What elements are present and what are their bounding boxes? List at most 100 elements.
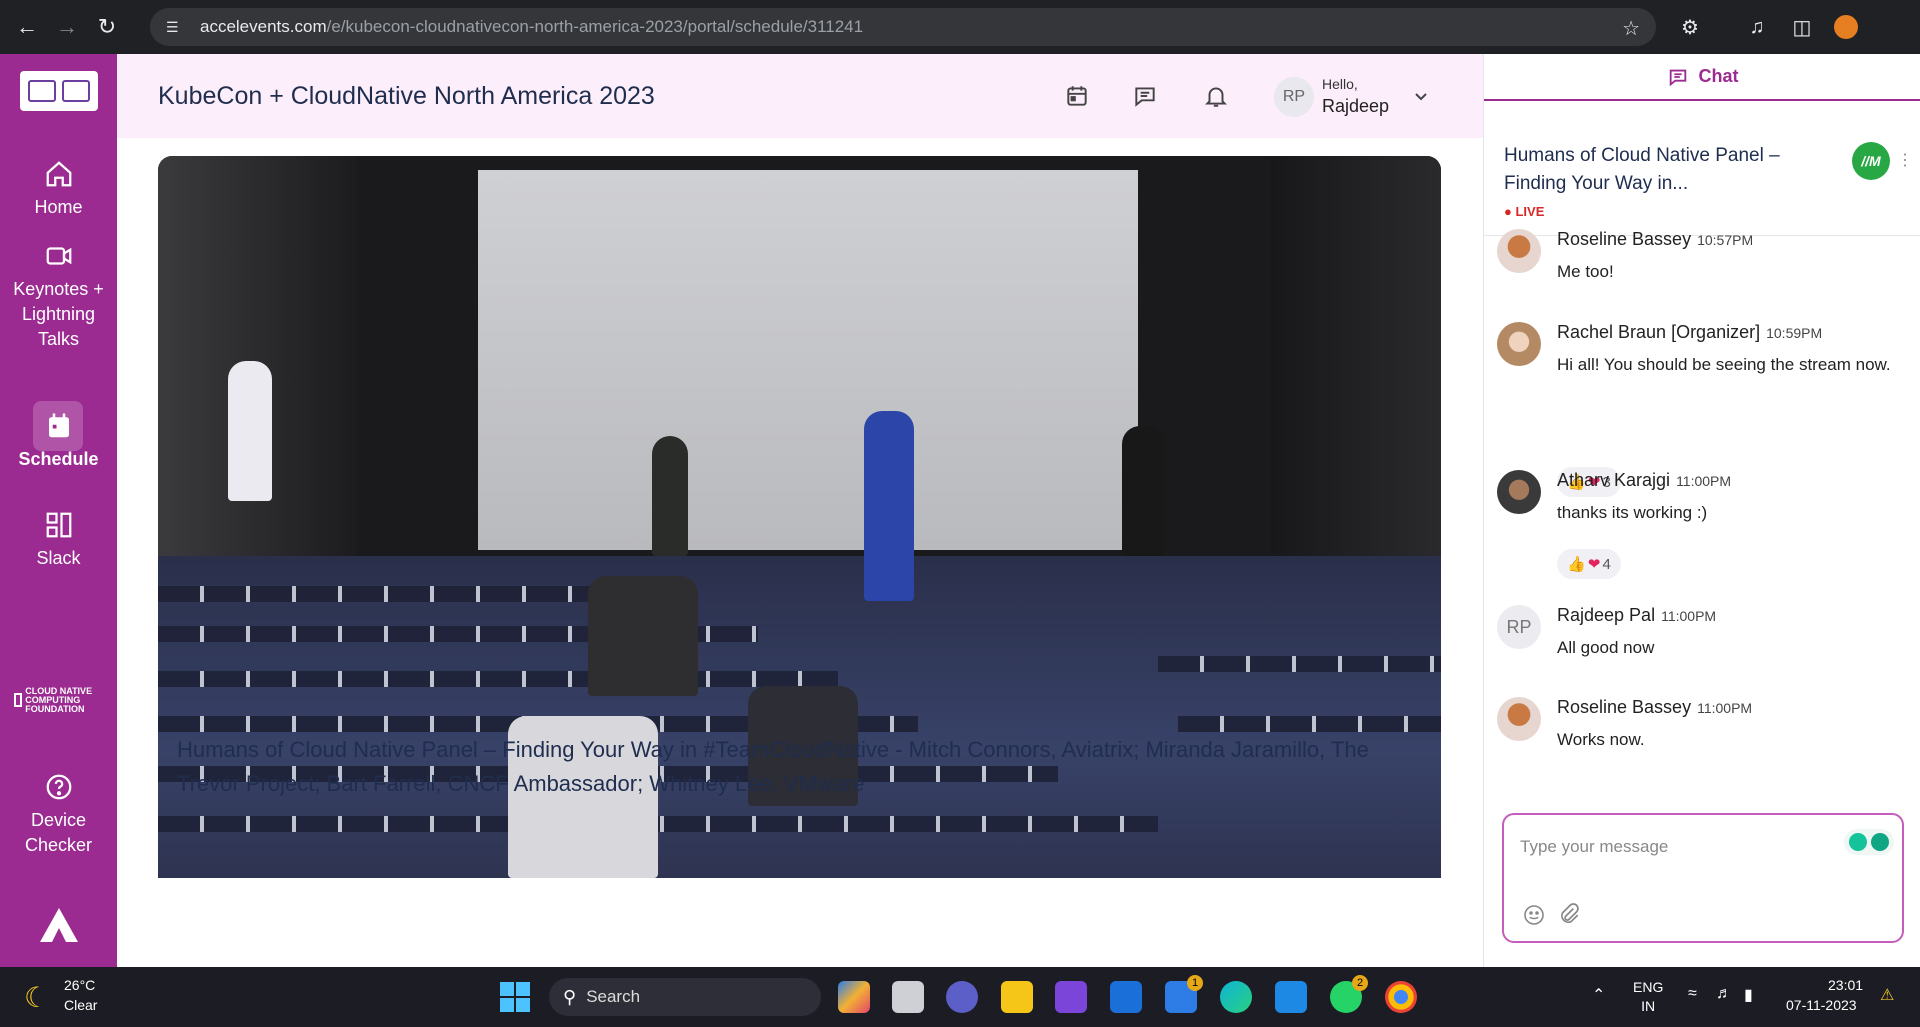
thumbs-up-icon: 👍 [1567, 556, 1586, 573]
taskbar-search[interactable]: ⚲ Search [549, 978, 821, 1016]
message-text: All good now [1557, 638, 1655, 657]
chat-bubble-icon[interactable] [1129, 80, 1161, 112]
message-time: 10:59PM [1766, 325, 1823, 341]
sidebar-item-label: Slack [36, 548, 81, 568]
message-text: Works now. [1557, 730, 1645, 749]
message-time: 10:57PM [1697, 232, 1754, 248]
reload-icon[interactable]: ↻ [87, 7, 127, 47]
video-frame-detail [158, 816, 1158, 832]
video-frame-detail [478, 170, 1138, 550]
video-frame-detail [1271, 156, 1441, 586]
chat-bubble-icon [1669, 69, 1686, 86]
message-time: 11:00PM [1676, 473, 1732, 489]
profile-avatar[interactable] [1834, 15, 1858, 39]
video-frame-detail [1122, 426, 1164, 556]
language-indicator[interactable]: ENG IN [1633, 978, 1663, 1016]
avatar [1497, 470, 1541, 514]
chrome-icon[interactable] [1385, 981, 1417, 1013]
weather-description[interactable]: Clear [64, 997, 97, 1013]
slack-icon [46, 512, 71, 538]
moon-icon[interactable]: ☾ [24, 981, 49, 1014]
sidebar-item-home[interactable]: Home [0, 159, 117, 220]
clock-date[interactable]: 07-11-2023 [1786, 997, 1857, 1013]
bookmark-star-icon[interactable]: ☆ [1622, 16, 1640, 41]
mail-icon[interactable] [1275, 981, 1307, 1013]
sidebar-item-keynotes[interactable]: Keynotes + Lightning Talks [0, 241, 117, 352]
accelevents-logo-icon[interactable] [38, 906, 80, 944]
todo-icon[interactable]: 1 [1165, 975, 1203, 1013]
video-frame-detail [1178, 716, 1441, 732]
live-label: LIVE [1515, 204, 1545, 219]
teams-icon[interactable] [1110, 981, 1142, 1013]
sidebar-item-label: Home [34, 197, 83, 217]
site-settings-icon[interactable]: ☰ [166, 19, 186, 36]
media-control-icon[interactable]: ♫ [1742, 12, 1772, 42]
cncf-logo: CLOUD NATIVE COMPUTING FOUNDATION [14, 685, 104, 714]
message-text: thanks its working :) [1557, 503, 1708, 522]
extensions-icon[interactable]: ⚙ [1675, 12, 1705, 42]
teams-meet-icon[interactable] [946, 981, 978, 1013]
speaker-icon[interactable]: ♬ [1716, 985, 1732, 1003]
url-text: accelevents.com/e/kubecon-cloudnativecon… [200, 17, 864, 36]
file-app-icon[interactable] [892, 981, 924, 1013]
grammarly-icon[interactable] [1844, 829, 1894, 855]
calendar-icon [48, 413, 69, 438]
video-frame-detail [864, 411, 914, 601]
avatar [1497, 322, 1541, 366]
im-widget-badge[interactable]: //M [1852, 142, 1890, 180]
sidebar-item-label: Schedule [18, 449, 99, 469]
app-icon[interactable] [1055, 981, 1087, 1013]
message-author: Roseline Bassey [1557, 697, 1692, 717]
message-author: Atharv Karajgi [1557, 470, 1671, 490]
avatar [1497, 229, 1541, 273]
wifi-icon[interactable]: ≈ [1688, 985, 1697, 1003]
tab-chat[interactable]: Chat [1484, 54, 1920, 101]
event-logo[interactable] [20, 71, 98, 111]
chat-session-title: Humans of Cloud Native Panel – Finding Y… [1504, 145, 1780, 194]
attachment-icon[interactable] [1556, 901, 1582, 927]
home-icon [46, 161, 71, 187]
forward-arrow-icon[interactable]: → [47, 7, 87, 47]
notification-bell-icon[interactable] [1200, 80, 1232, 112]
message-author: Roseline Bassey [1557, 229, 1692, 249]
language-label: ENG [1633, 979, 1664, 995]
address-bar[interactable]: ☰ accelevents.com/e/kubecon-cloudnativec… [150, 8, 1656, 46]
page-header: KubeCon + CloudNative North America 2023… [117, 54, 1483, 138]
video-frame-detail [1158, 656, 1441, 672]
cncf-logo-text: CLOUD NATIVE COMPUTING FOUNDATION [25, 685, 93, 714]
sidebar-item-label: Keynotes + Lightning Talks [13, 279, 104, 349]
battery-icon[interactable]: ▮ [1744, 985, 1753, 1005]
chat-panel: Chat Humans of Cloud Native Panel – Find… [1483, 54, 1920, 967]
whatsapp-icon[interactable]: 2 [1330, 975, 1368, 1013]
video-frame-detail [228, 361, 272, 501]
main-content: Humans of Cloud Native Panel – Finding Y… [117, 138, 1483, 967]
drag-handle-icon[interactable]: ⋮⋮ [1897, 150, 1920, 170]
message-text: Hi all! You should be seeing the stream … [1557, 355, 1891, 374]
emoji-icon[interactable] [1522, 903, 1546, 927]
clock-time[interactable]: 23:01 [1828, 977, 1863, 993]
notification-bell-icon[interactable]: ⚠ [1880, 985, 1894, 1005]
sidebar-item-device-checker[interactable]: Device Checker [0, 772, 117, 858]
reaction-count: 4 [1602, 555, 1611, 573]
avatar[interactable]: RP [1274, 77, 1314, 117]
message-input[interactable] [1520, 837, 1820, 857]
back-arrow-icon[interactable]: ← [7, 7, 47, 47]
sidebar-item-schedule[interactable]: Schedule [0, 411, 117, 472]
search-icon: ⚲ [563, 986, 577, 1007]
user-name[interactable]: Rajdeep [1322, 96, 1389, 117]
chevron-up-icon[interactable]: ⌃ [1592, 985, 1605, 1005]
message-author: Rajdeep Pal [1557, 605, 1656, 625]
region-label: IN [1641, 998, 1656, 1014]
chevron-down-icon[interactable] [1413, 88, 1429, 104]
weather-temperature[interactable]: 26°C [64, 977, 95, 993]
calendar-icon[interactable] [1061, 80, 1093, 112]
message-text: Me too! [1557, 262, 1614, 281]
message-author: Rachel Braun [Organizer] [1557, 322, 1761, 342]
copilot-app-icon[interactable] [838, 981, 870, 1013]
edge-browser-icon[interactable] [1220, 981, 1252, 1013]
windows-start-icon[interactable] [500, 982, 530, 1012]
reaction-pill[interactable]: 👍 ❤ 4 [1557, 549, 1621, 579]
file-explorer-icon[interactable] [1001, 981, 1033, 1013]
side-panel-icon[interactable]: ◫ [1787, 12, 1817, 42]
sidebar-item-slack[interactable]: Slack [0, 510, 117, 571]
